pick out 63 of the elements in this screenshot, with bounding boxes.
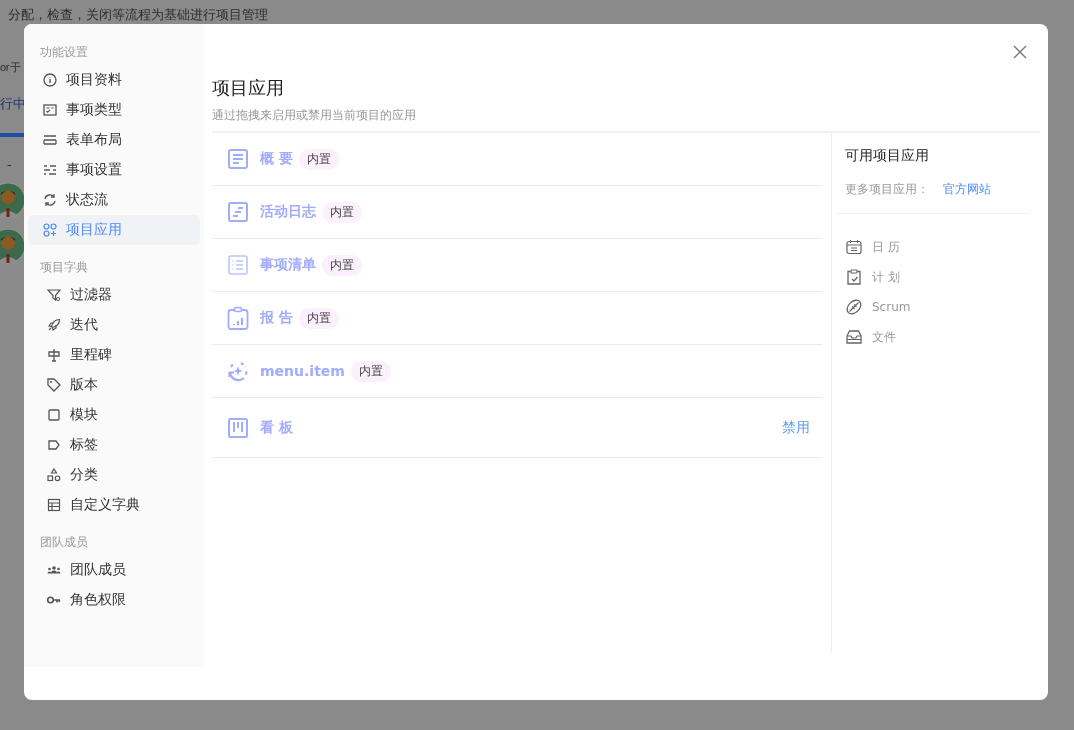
table-icon	[46, 497, 62, 513]
banner-text: 分配，检查，关闭等流程为基础进行项目管理	[8, 6, 268, 24]
sidebar-item[interactable]: 项目资料	[28, 65, 200, 95]
list-icon	[226, 253, 250, 277]
document-icon	[226, 147, 250, 171]
filter-icon	[46, 287, 62, 303]
sidebar-item[interactable]: 事项类型	[28, 95, 200, 125]
apps-icon	[42, 222, 58, 238]
report-icon	[226, 306, 250, 330]
sidebar-item[interactable]: 迭代	[28, 310, 200, 340]
refresh-icon	[42, 192, 58, 208]
app-name: 报 告	[260, 309, 293, 327]
tag-icon	[46, 377, 62, 393]
website-link[interactable]: 官方网站	[943, 181, 991, 198]
builtin-tag: 内置	[322, 201, 362, 223]
calendar-icon	[845, 238, 863, 256]
app-name: 活动日志	[260, 203, 316, 221]
text-fragment: or 于	[0, 60, 21, 75]
checklist-icon	[42, 102, 58, 118]
sidebar-item[interactable]: 角色权限	[28, 585, 200, 615]
sidebar-item[interactable]: 事项设置	[28, 155, 200, 185]
sparkle-refresh-icon	[226, 359, 250, 383]
app-name: 看 板	[260, 418, 293, 437]
label-icon	[46, 437, 62, 453]
kanban-icon	[226, 415, 250, 440]
sidebar-item[interactable]: 模块	[28, 400, 200, 430]
dash-text: -	[6, 157, 12, 172]
sidebar-item[interactable]: 分类	[28, 460, 200, 490]
info-icon	[42, 72, 58, 88]
log-icon	[226, 200, 250, 224]
sidebar-item[interactable]: 团队成员	[28, 555, 200, 585]
shapes-icon	[46, 467, 62, 483]
sliders-icon	[42, 162, 58, 178]
dialog-title: 项目应用	[212, 76, 285, 100]
close-icon[interactable]	[1012, 44, 1028, 60]
dialog-subtitle: 通过拖拽来启用或禁用当前项目的应用	[212, 107, 1040, 133]
sidebar-item[interactable]: 里程碑	[28, 340, 200, 370]
sidebar-item[interactable]: 自定义字典	[28, 490, 200, 520]
builtin-tag: 内置	[298, 307, 339, 329]
sidebar-item[interactable]: 版本	[28, 370, 200, 400]
square-icon	[46, 407, 62, 423]
app-name: 事项清单	[260, 256, 316, 274]
inbox-icon	[845, 328, 863, 346]
panel-title: 可用项目应用	[844, 147, 930, 165]
rocket-icon	[46, 317, 62, 333]
status-text: 行中	[0, 95, 26, 113]
sidebar-item[interactable]: 表单布局	[28, 125, 200, 155]
app-name: 概 要	[260, 150, 293, 168]
builtin-tag: 内置	[322, 254, 362, 276]
section-heading: 团队成员	[39, 534, 89, 551]
builtin-tag: 内置	[350, 360, 391, 382]
section-heading: 功能设置	[39, 44, 89, 61]
lines-icon	[42, 132, 58, 148]
clipboard-check-icon	[845, 268, 863, 286]
sidebar-item[interactable]: 标签	[28, 430, 200, 460]
football-icon	[845, 298, 863, 316]
more-apps-label: 更多项目应用：	[845, 181, 929, 198]
signpost-icon	[46, 347, 62, 363]
section-heading: 项目字典	[39, 259, 89, 276]
sidebar-item[interactable]: 状态流	[28, 185, 200, 215]
sidebar-item[interactable]: 过滤器	[28, 280, 200, 310]
builtin-tag: 内置	[298, 148, 339, 170]
app-name: menu.item	[260, 363, 345, 379]
